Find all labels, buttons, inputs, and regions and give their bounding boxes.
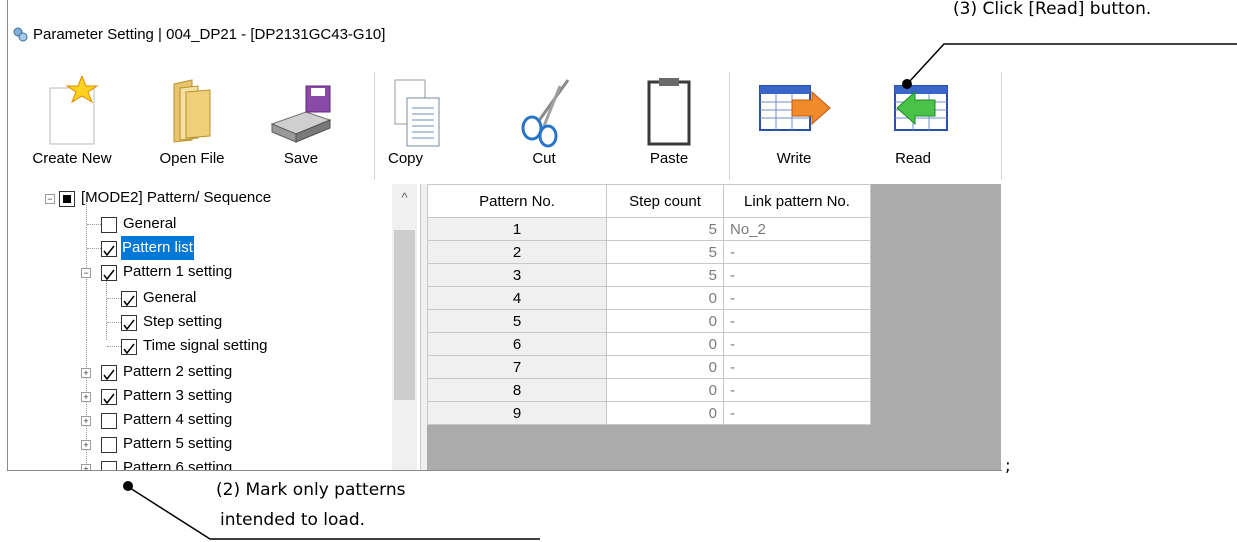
annotation-dot-read (902, 79, 912, 89)
annotation-arrows (123, 43, 1237, 540)
annotation-dot-tree (123, 481, 133, 491)
